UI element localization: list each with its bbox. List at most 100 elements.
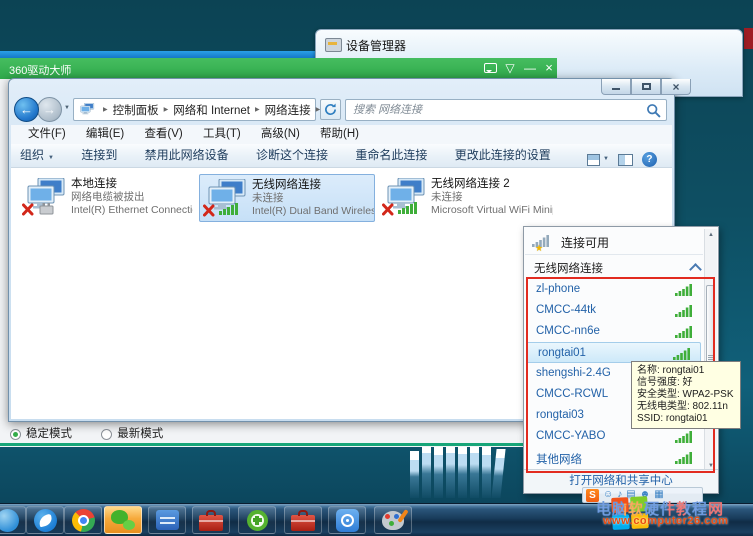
adapter-info: 本地连接 网络电缆被拔出 Intel(R) Ethernet Connectio…: [71, 177, 193, 217]
minimize-button[interactable]: [601, 79, 631, 95]
close-icon[interactable]: ×: [541, 60, 557, 76]
feedback-icon[interactable]: [484, 63, 497, 73]
close-button[interactable]: ×: [661, 79, 691, 95]
device-panel-icon: [156, 510, 179, 530]
network-item[interactable]: CMCC-YABO: [525, 426, 702, 447]
network-item[interactable]: zl-phone: [525, 279, 702, 300]
menu-edit[interactable]: 编辑(E): [86, 128, 124, 140]
forward-button[interactable]: →: [37, 97, 62, 122]
breadcrumb: ▶ 控制面板 ▶ 网络和 Internet ▶ 网络连接 ▶ ▼: [73, 98, 316, 121]
sogou-input-toolbar[interactable]: S ☺ ♪ ▤ ☻ ▦: [582, 487, 703, 503]
breadcrumb-control-panel[interactable]: 控制面板: [113, 102, 159, 118]
wireless-section-header[interactable]: 无线网络连接: [524, 257, 718, 277]
chevron-right-icon: ▶: [164, 106, 169, 113]
adapter-name: 本地连接: [71, 177, 193, 191]
adapter-device: Microsoft Virtual WiFi Minipor...: [431, 204, 553, 217]
voice-icon[interactable]: ♪: [617, 488, 622, 502]
wechat-icon: [111, 510, 135, 530]
refresh-icon: [324, 103, 337, 116]
taskbar-app-driver-master[interactable]: [328, 506, 366, 534]
help-icon[interactable]: ?: [642, 152, 657, 167]
minimize-icon: [612, 88, 620, 90]
driver-master-titlebar[interactable]: 360驱动大师 ▽ — ×: [0, 58, 557, 79]
caret-down-icon: ▼: [48, 155, 54, 161]
signal-bars-icon: [675, 304, 693, 317]
change-settings-button[interactable]: 更改此连接的设置: [455, 148, 551, 162]
scrollbar-thumb[interactable]: [706, 285, 715, 369]
network-name: CMCC-44tk: [536, 304, 596, 316]
toolbox-grid-icon[interactable]: ▦: [654, 488, 663, 502]
green-ring-icon: [247, 510, 268, 531]
window-controls: ×: [601, 79, 691, 95]
diagnose-connection-button[interactable]: 诊断这个连接: [256, 148, 328, 162]
dropdown-icon[interactable]: ▽: [502, 60, 518, 76]
sogou-logo-icon[interactable]: S: [586, 489, 599, 502]
network-name: CMCC-YABO: [536, 430, 605, 442]
menu-advanced[interactable]: 高级(N): [261, 128, 300, 140]
adapter-name: 无线网络连接: [252, 178, 374, 192]
change-view-icon[interactable]: [587, 154, 600, 166]
network-name: zl-phone: [536, 283, 580, 295]
tooltip-radio-type: 无线电类型: 802.11n: [637, 401, 735, 413]
adapter-device: Intel(R) Dual Band Wireless-A...: [252, 205, 374, 218]
emoji-icon[interactable]: ☺: [603, 488, 613, 502]
network-item[interactable]: CMCC-nn6e: [525, 321, 702, 342]
taskbar-app-wechat[interactable]: [104, 506, 142, 534]
menu-file[interactable]: 文件(F): [28, 128, 66, 140]
wireless-adapter-icon: [203, 179, 247, 217]
preview-pane-icon[interactable]: [618, 154, 633, 166]
radio-stable-label: 稳定模式: [26, 428, 72, 440]
taskbar-app-toolbox-2[interactable]: [284, 506, 322, 534]
menu-help[interactable]: 帮助(H): [320, 128, 359, 140]
breadcrumb-network-internet[interactable]: 网络和 Internet: [173, 102, 250, 118]
taskbar-app-chrome[interactable]: [64, 506, 102, 534]
radio-stable-mode[interactable]: 稳定模式: [10, 428, 72, 441]
taskbar-app-partial[interactable]: [0, 506, 26, 534]
minimize-icon[interactable]: —: [522, 60, 538, 76]
network-item-other[interactable]: 其他网络: [525, 447, 702, 468]
chevron-up-icon[interactable]: [689, 263, 702, 276]
signal-bars-icon: [675, 451, 693, 464]
flyout-scrollbar[interactable]: ▲ ▼: [704, 229, 717, 472]
taskbar-app-device-panel[interactable]: [148, 506, 186, 534]
adapter-local-connection[interactable]: 本地连接 网络电缆被拔出 Intel(R) Ethernet Connectio…: [19, 174, 195, 222]
profile-icon[interactable]: ☻: [640, 488, 651, 502]
maximize-button[interactable]: [631, 79, 661, 95]
menu-view[interactable]: 查看(V): [144, 128, 182, 140]
network-details-tooltip: 名称: rongtai01 信号强度: 好 安全类型: WPA2-PSK 无线电…: [631, 361, 741, 429]
taskbar-app-paint[interactable]: [374, 506, 412, 534]
organize-button[interactable]: 组织▼: [20, 148, 54, 162]
star-icon: ★: [535, 243, 543, 254]
keyboard-icon[interactable]: ▤: [626, 488, 635, 502]
search-icon[interactable]: [646, 103, 661, 118]
taskbar-app-toolbox-1[interactable]: [192, 506, 230, 534]
adapter-info: 无线网络连接 未连接 Intel(R) Dual Band Wireless-A…: [252, 178, 374, 218]
taskbar-app-browser[interactable]: [26, 506, 64, 534]
network-item-highlighted[interactable]: rongtai01: [526, 342, 701, 363]
menu-tools[interactable]: 工具(T): [203, 128, 241, 140]
search-input[interactable]: [346, 100, 666, 120]
taskbar-app-360[interactable]: [238, 506, 276, 534]
breadcrumb-network-connections[interactable]: 网络连接: [265, 102, 311, 118]
recent-pages-caret-icon[interactable]: ▼: [64, 105, 70, 111]
chrome-icon: [72, 509, 95, 532]
refresh-button[interactable]: [320, 99, 341, 120]
rename-connection-button[interactable]: 重命名此连接: [355, 148, 427, 162]
connect-to-button[interactable]: 连接到: [81, 148, 117, 162]
adapter-wireless-connection[interactable]: 无线网络连接 未连接 Intel(R) Dual Band Wireless-A…: [199, 174, 375, 222]
radio-dot-unselected: [101, 429, 112, 440]
radio-latest-mode[interactable]: 最新模式: [101, 428, 163, 441]
network-item[interactable]: CMCC-44tk: [525, 300, 702, 321]
scroll-up-icon[interactable]: ▲: [705, 232, 717, 238]
device-manager-title: 设备管理器: [346, 37, 406, 54]
app-icon: [0, 509, 19, 532]
back-button[interactable]: ←: [14, 97, 39, 122]
palette-icon: [382, 511, 404, 530]
open-network-sharing-center-link[interactable]: 打开网络和共享中心: [569, 475, 673, 487]
disable-device-button[interactable]: 禁用此网络设备: [145, 148, 229, 162]
toolbox-icon: [291, 515, 315, 531]
driver-master-mode-options: 稳定模式 最新模式: [10, 428, 189, 442]
wifi-networks-flyout: ★ 连接可用 无线网络连接 zl-phone CMCC-44tk CMCC-nn…: [523, 226, 719, 494]
driver-master-icon: [336, 509, 359, 532]
adapter-wireless-connection-2[interactable]: 无线网络连接 2 未连接 Microsoft Virtual WiFi Mini…: [379, 174, 555, 222]
